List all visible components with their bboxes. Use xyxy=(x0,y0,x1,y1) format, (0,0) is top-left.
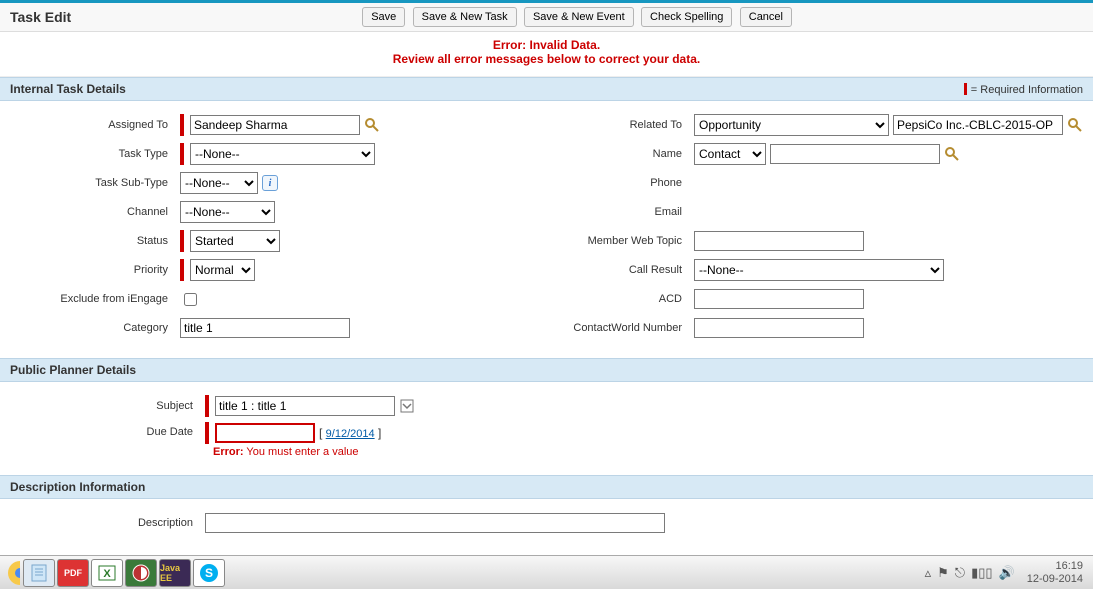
taskbar-app-icon[interactable] xyxy=(125,559,157,587)
label-phone: Phone xyxy=(524,177,694,189)
tray-network-icon[interactable]: ▮▯▯ xyxy=(971,565,992,581)
action-button-row: Save Save & New Task Save & New Event Ch… xyxy=(360,7,794,27)
label-status: Status xyxy=(10,235,180,247)
save-new-event-button[interactable]: Save & New Event xyxy=(524,7,634,27)
required-indicator xyxy=(180,114,184,136)
required-indicator xyxy=(205,395,209,417)
system-tray: ▵ ⚑ ⎋ ▮▯▯ 🔊 16:19 12-09-2014 xyxy=(925,560,1089,584)
label-acd: ACD xyxy=(524,293,694,305)
exclude-iengage-checkbox[interactable] xyxy=(184,293,197,306)
required-indicator xyxy=(180,230,184,252)
svg-text:S: S xyxy=(205,566,213,580)
description-input[interactable] xyxy=(205,513,665,533)
name-input[interactable] xyxy=(770,144,940,164)
assigned-to-lookup-icon[interactable] xyxy=(364,117,380,133)
label-exclude-iengage: Exclude from iEngage xyxy=(10,293,180,305)
taskbar-excel-icon[interactable]: X xyxy=(91,559,123,587)
priority-select[interactable]: Normal xyxy=(190,259,255,281)
cancel-button[interactable]: Cancel xyxy=(740,7,792,27)
required-indicator xyxy=(205,422,209,444)
name-lookup-icon[interactable] xyxy=(944,146,960,162)
due-date-error: Error: You must enter a value xyxy=(213,446,381,458)
label-contactworld: ContactWorld Number xyxy=(524,322,694,334)
required-info-legend: = Required Information xyxy=(964,83,1083,96)
svg-text:X: X xyxy=(103,568,111,580)
status-select[interactable]: Started xyxy=(190,230,280,252)
label-assigned-to: Assigned To xyxy=(10,119,180,131)
subject-combo-icon[interactable] xyxy=(399,398,415,414)
contactworld-input[interactable] xyxy=(694,318,864,338)
taskbar-pdf-icon[interactable]: PDF xyxy=(57,559,89,587)
related-to-lookup-icon[interactable] xyxy=(1067,117,1083,133)
section-internal-task-details: Internal Task Details = Required Informa… xyxy=(0,77,1093,101)
label-call-result: Call Result xyxy=(524,264,694,276)
related-to-input[interactable] xyxy=(893,115,1063,135)
tray-volume-icon[interactable]: 🔊 xyxy=(999,565,1015,581)
tray-clock[interactable]: 16:19 12-09-2014 xyxy=(1021,560,1089,584)
task-type-select[interactable]: --None-- xyxy=(190,143,375,165)
category-input[interactable] xyxy=(180,318,350,338)
section-title: Public Planner Details xyxy=(10,363,136,377)
page-title: Task Edit xyxy=(10,9,71,25)
label-priority: Priority xyxy=(10,264,180,276)
due-date-input[interactable] xyxy=(215,423,315,443)
label-category: Category xyxy=(10,322,180,334)
tray-power-icon[interactable]: ⎋ xyxy=(955,565,965,581)
section-title: Description Information xyxy=(10,480,145,494)
task-sub-type-select[interactable]: --None-- xyxy=(180,172,258,194)
assigned-to-input[interactable] xyxy=(190,115,360,135)
label-description: Description xyxy=(10,517,205,529)
taskbar-chrome-icon[interactable] xyxy=(5,559,21,587)
section-title: Internal Task Details xyxy=(10,82,126,96)
channel-select[interactable]: --None-- xyxy=(180,201,275,223)
taskbar-eclipse-icon[interactable]: Java EE xyxy=(159,559,191,587)
error-banner-line2: Review all error messages below to corre… xyxy=(0,52,1093,66)
info-icon[interactable]: i xyxy=(262,175,278,191)
taskbar-notepad-icon[interactable] xyxy=(23,559,55,587)
error-banner: Error: Invalid Data. Review all error me… xyxy=(0,32,1093,77)
section-public-planner: Public Planner Details xyxy=(0,358,1093,382)
check-spelling-button[interactable]: Check Spelling xyxy=(641,7,732,27)
label-due-date: Due Date xyxy=(10,422,205,438)
save-new-task-button[interactable]: Save & New Task xyxy=(413,7,517,27)
acd-input[interactable] xyxy=(694,289,864,309)
subject-input[interactable] xyxy=(215,396,395,416)
label-task-sub-type: Task Sub-Type xyxy=(10,177,180,189)
due-date-quick-link[interactable]: 9/12/2014 xyxy=(326,428,375,440)
related-to-type-select[interactable]: Opportunity xyxy=(694,114,889,136)
label-channel: Channel xyxy=(10,206,180,218)
label-name: Name xyxy=(524,148,694,160)
label-related-to: Related To xyxy=(524,119,694,131)
taskbar-skype-icon[interactable]: S xyxy=(193,559,225,587)
label-email: Email xyxy=(524,206,694,218)
windows-taskbar: PDF X Java EE S ▵ ⚑ ⎋ ▮▯▯ 🔊 16:19 12-09-… xyxy=(0,555,1093,589)
section-description-info: Description Information xyxy=(0,475,1093,499)
required-indicator xyxy=(180,259,184,281)
member-web-topic-input[interactable] xyxy=(694,231,864,251)
tray-expand-icon[interactable]: ▵ xyxy=(925,565,932,581)
required-indicator xyxy=(180,143,184,165)
tray-flag-icon[interactable]: ⚑ xyxy=(937,565,949,581)
label-member-web-topic: Member Web Topic xyxy=(524,235,694,247)
save-button[interactable]: Save xyxy=(362,7,405,27)
call-result-select[interactable]: --None-- xyxy=(694,259,944,281)
label-task-type: Task Type xyxy=(10,148,180,160)
name-type-select[interactable]: Contact xyxy=(694,143,766,165)
due-date-quick-link-wrap: [ 9/12/2014 ] xyxy=(319,426,381,440)
label-subject: Subject xyxy=(10,400,205,412)
error-banner-line1: Error: Invalid Data. xyxy=(0,38,1093,52)
